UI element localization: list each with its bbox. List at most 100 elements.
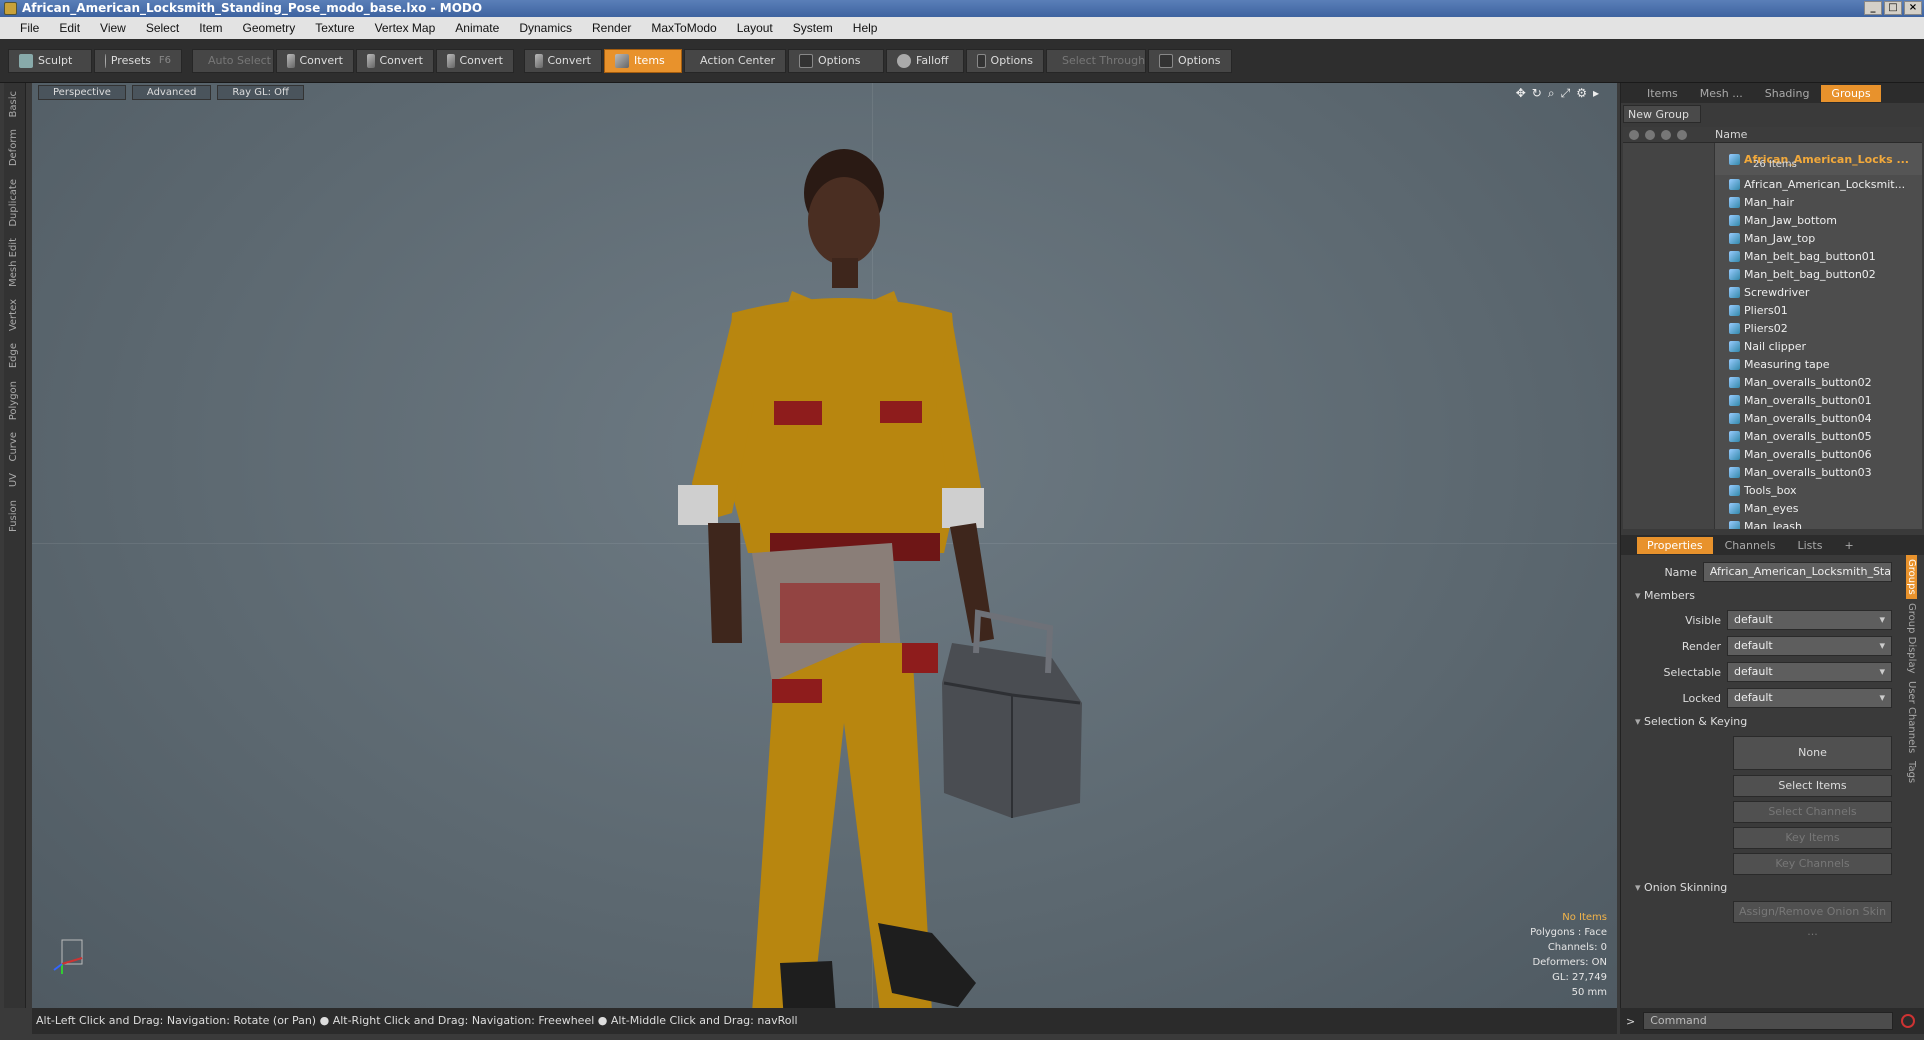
onion-skinning-section[interactable]: Onion Skinning: [1627, 877, 1892, 899]
menu-file[interactable]: File: [10, 21, 49, 35]
menu-vertex-map[interactable]: Vertex Map: [365, 21, 446, 35]
select-icon[interactable]: [1677, 129, 1687, 140]
items-mode-button[interactable]: Items: [604, 48, 682, 73]
menu-system[interactable]: System: [783, 21, 843, 35]
3d-viewport[interactable]: Perspective Advanced Ray GL: Off ✥ ↻ ⌕ ⤢…: [32, 83, 1617, 1008]
convert-button-4[interactable]: Convert: [524, 48, 602, 73]
side-tab-user-channels[interactable]: User Channels: [1906, 677, 1917, 757]
menu-animate[interactable]: Animate: [445, 21, 509, 35]
convert-button-3[interactable]: Convert: [436, 48, 514, 73]
tab-duplicate[interactable]: Duplicate: [8, 175, 19, 231]
tree-row[interactable]: Man_overalls_button01: [1623, 391, 1922, 409]
tree-row[interactable]: Man_overalls_button06: [1623, 445, 1922, 463]
menu-layout[interactable]: Layout: [727, 21, 783, 35]
tree-row[interactable]: Man_belt_bag_button01: [1623, 247, 1922, 265]
tree-row[interactable]: Pliers01: [1623, 301, 1922, 319]
render-icon[interactable]: [1645, 129, 1655, 140]
tab-channels[interactable]: Channels: [1715, 537, 1786, 554]
sculpt-button[interactable]: Sculpt: [8, 48, 92, 73]
tree-row[interactable]: Pliers02: [1623, 319, 1922, 337]
menu-view[interactable]: View: [90, 21, 136, 35]
minimize-button[interactable]: _: [1864, 1, 1882, 15]
none-button[interactable]: None: [1733, 736, 1892, 770]
falloff-button[interactable]: Falloff: [886, 48, 964, 73]
assign-onion-skin-button[interactable]: Assign/Remove Onion Skin ...: [1733, 901, 1892, 938]
tab-groups[interactable]: Groups: [1821, 84, 1881, 102]
tree-row[interactable]: Man_overalls_button04: [1623, 409, 1922, 427]
tree-row[interactable]: Measuring tape: [1623, 355, 1922, 373]
side-tab-group-display[interactable]: Group Display: [1906, 599, 1917, 677]
tab-basic[interactable]: Basic: [8, 87, 19, 121]
tab-lists[interactable]: Lists: [1788, 537, 1833, 554]
selection-keying-section[interactable]: Selection & Keying: [1627, 711, 1892, 733]
select-channels-button[interactable]: Select Channels: [1733, 801, 1892, 823]
selectable-select[interactable]: default: [1727, 662, 1892, 682]
groups-tree[interactable]: Name African_American_Locks ... 26 Items…: [1623, 127, 1922, 529]
tab-shading[interactable]: Shading: [1755, 85, 1820, 102]
action-center-button[interactable]: Action Center: [684, 48, 786, 73]
key-channels-button[interactable]: Key Channels: [1733, 853, 1892, 875]
tab-edge[interactable]: Edge: [8, 339, 19, 372]
tab-curve[interactable]: Curve: [8, 428, 19, 466]
menu-edit[interactable]: Edit: [49, 21, 90, 35]
tab-properties[interactable]: Properties: [1637, 536, 1713, 554]
menu-maxtomodo[interactable]: MaxToModo: [641, 21, 726, 35]
menu-geometry[interactable]: Geometry: [233, 21, 306, 35]
members-section[interactable]: Members: [1627, 585, 1892, 607]
command-input[interactable]: Command: [1643, 1012, 1894, 1030]
tab-vertex[interactable]: Vertex: [8, 295, 19, 335]
key-items-button[interactable]: Key Items: [1733, 827, 1892, 849]
convert-button-2[interactable]: Convert: [356, 48, 434, 73]
close-button[interactable]: ×: [1904, 1, 1922, 15]
record-icon[interactable]: [1901, 1014, 1916, 1028]
tree-row[interactable]: Man_belt_bag_button02: [1623, 265, 1922, 283]
render-select[interactable]: default: [1727, 636, 1892, 656]
tab-polygon[interactable]: Polygon: [8, 377, 19, 424]
tree-row[interactable]: Man_overalls_button02: [1623, 373, 1922, 391]
menu-select[interactable]: Select: [136, 21, 189, 35]
tree-row[interactable]: Screwdriver: [1623, 283, 1922, 301]
options-button-1[interactable]: Options: [788, 48, 884, 73]
presets-button[interactable]: Presets F6: [94, 48, 182, 73]
group-row[interactable]: African_American_Locks ... 26 Items: [1623, 143, 1922, 175]
locked-select[interactable]: default: [1727, 688, 1892, 708]
tab-mesh[interactable]: Mesh ...: [1690, 85, 1753, 102]
tree-row[interactable]: Man_hair: [1623, 193, 1922, 211]
options-button-2[interactable]: Options: [966, 48, 1044, 73]
name-field[interactable]: African_American_Locksmith_Sta: [1702, 562, 1892, 582]
side-tab-tags[interactable]: Tags: [1906, 757, 1917, 787]
menu-render[interactable]: Render: [582, 21, 641, 35]
character-model[interactable]: [32, 83, 1617, 1008]
tab-fusion[interactable]: Fusion: [8, 496, 19, 536]
name-column-header[interactable]: Name: [1715, 128, 1747, 141]
select-items-button[interactable]: Select Items: [1733, 775, 1892, 797]
tree-row[interactable]: Nail clipper: [1623, 337, 1922, 355]
menu-item[interactable]: Item: [189, 21, 232, 35]
lock-icon[interactable]: [1661, 129, 1671, 140]
select-through-button[interactable]: Select Through: [1046, 48, 1146, 73]
tree-row[interactable]: African_American_Locksmit...: [1623, 175, 1922, 193]
menu-help[interactable]: Help: [843, 21, 888, 35]
side-tab-groups[interactable]: Groups: [1906, 555, 1917, 599]
maximize-button[interactable]: □: [1884, 1, 1902, 15]
eye-icon[interactable]: [1629, 129, 1639, 140]
menu-texture[interactable]: Texture: [305, 21, 364, 35]
tab-uv[interactable]: UV: [8, 469, 19, 491]
menu-dynamics[interactable]: Dynamics: [509, 21, 582, 35]
convert-button-1[interactable]: Convert: [276, 48, 354, 73]
add-tab-button[interactable]: +: [1834, 537, 1863, 554]
tree-row[interactable]: Man_overalls_button05: [1623, 427, 1922, 445]
auto-select-button[interactable]: Auto Select: [192, 48, 274, 73]
tab-items[interactable]: Items: [1637, 85, 1688, 102]
tree-row[interactable]: Man_eyes: [1623, 499, 1922, 517]
options-button-3[interactable]: Options: [1148, 48, 1232, 73]
tab-deform[interactable]: Deform: [8, 125, 19, 170]
tree-row[interactable]: Man_overalls_button03: [1623, 463, 1922, 481]
tree-row[interactable]: Tools_box: [1623, 481, 1922, 499]
tree-row[interactable]: Man_Jaw_bottom: [1623, 211, 1922, 229]
visible-select[interactable]: default: [1727, 610, 1892, 630]
tab-mesh-edit[interactable]: Mesh Edit: [8, 234, 19, 291]
tree-row[interactable]: Man_Jaw_top: [1623, 229, 1922, 247]
tree-row[interactable]: Man_leash: [1623, 517, 1922, 529]
new-group-button[interactable]: New Group: [1623, 105, 1701, 123]
